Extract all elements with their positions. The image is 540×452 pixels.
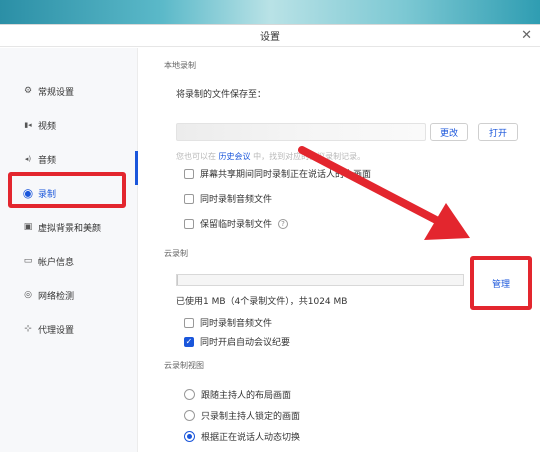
sidebar-item-label: 网络检测	[38, 291, 75, 302]
video-icon: ▮◂	[24, 121, 32, 129]
cloud-record-title: 云录制	[164, 249, 188, 258]
cloud-storage-bar	[176, 274, 464, 286]
sidebar-item-general[interactable]: ⚙ 常规设置	[0, 74, 137, 108]
sidebar-item-audio[interactable]: ◂) 音频	[0, 142, 137, 176]
change-button[interactable]: 更改	[430, 123, 468, 141]
gear-icon: ⚙	[23, 86, 33, 96]
option-keep-temp[interactable]: 保留临时录制文件 ?	[184, 217, 289, 230]
option-cloud-audio[interactable]: 同时录制音频文件	[184, 316, 272, 329]
option-label: 同时录制音频文件	[200, 195, 273, 205]
local-record-title: 本地录制	[164, 61, 196, 70]
history-meeting-link[interactable]: 历史会议	[219, 152, 251, 161]
close-icon[interactable]: ✕	[521, 28, 532, 43]
history-hint: 您也可以在 历史会议 中，找到对应的会议录制记录。	[176, 151, 365, 162]
cloud-view-title: 云录制视图	[164, 361, 204, 370]
checkbox-checked[interactable]: ✓	[184, 336, 194, 347]
highlight-box-record	[8, 172, 126, 208]
sidebar-item-label: 视频	[38, 121, 57, 132]
option-label: 保留临时录制文件	[200, 220, 273, 230]
checkbox[interactable]	[184, 317, 194, 328]
sidebar: ⚙ 常规设置 ▮◂ 视频 ◂) 音频 ◉ 录制 ▣ 虚拟背景和美颜 ▭ 帐户信息…	[0, 48, 138, 452]
window-title: 设置	[260, 32, 280, 43]
sidebar-item-label: 代理设置	[38, 325, 75, 336]
settings-window: 设置 ✕ ⚙ 常规设置 ▮◂ 视频 ◂) 音频 ◉ 录制 ▣ 虚拟背景和美颜 ▭…	[0, 24, 540, 452]
hint-suffix: 中，找到对应的会议录制记录。	[253, 152, 366, 161]
radio-button[interactable]	[184, 410, 195, 421]
option-auto-minutes[interactable]: ✓ 同时开启自动会议纪要	[184, 335, 290, 348]
radio-button[interactable]	[184, 389, 195, 400]
sidebar-item-account[interactable]: ▭ 帐户信息	[0, 244, 137, 278]
radio-follow-host-layout[interactable]: 跟随主持人的布局画面	[184, 388, 291, 401]
sidebar-item-label: 音频	[38, 155, 57, 166]
sidebar-item-label: 虚拟背景和美颜	[38, 223, 102, 234]
option-label: 同时录制音频文件	[200, 319, 273, 329]
title-bar: 设置 ✕	[0, 25, 540, 47]
proxy-icon: ⊹	[24, 324, 32, 334]
option-label: 屏幕共享期间同时录制正在说话人的小画面	[200, 170, 372, 180]
option-label: 同时开启自动会议纪要	[200, 338, 291, 348]
radio-active-speaker[interactable]: 根据正在说话人动态切换	[184, 430, 300, 443]
option-screen-share-speaker[interactable]: 屏幕共享期间同时录制正在说话人的小画面	[184, 167, 371, 180]
save-path-input[interactable]	[176, 123, 426, 141]
option-local-audio[interactable]: 同时录制音频文件	[184, 192, 272, 205]
sidebar-item-label: 常规设置	[38, 87, 75, 98]
option-label: 跟随主持人的布局画面	[201, 391, 292, 401]
hint-prefix: 您也可以在	[176, 152, 216, 161]
background-icon: ▣	[23, 222, 33, 232]
radio-host-locked-view[interactable]: 只录制主持人锁定的画面	[184, 409, 300, 422]
settings-content: 本地录制 将录制的文件保存至： 更改 打开 您也可以在 历史会议 中，找到对应的…	[138, 48, 540, 452]
sidebar-item-network[interactable]: ◎ 网络检测	[0, 278, 137, 312]
checkbox[interactable]	[184, 168, 194, 179]
cloud-usage-text: 已使用1 MB（4个录制文件），共1024 MB	[176, 297, 348, 307]
account-icon: ▭	[23, 256, 33, 266]
highlight-box-manage	[470, 256, 532, 310]
save-path-label: 将录制的文件保存至：	[176, 90, 267, 100]
open-button[interactable]: 打开	[478, 123, 518, 141]
checkbox[interactable]	[184, 218, 194, 229]
checkbox[interactable]	[184, 193, 194, 204]
option-label: 根据正在说话人动态切换	[201, 433, 301, 443]
audio-icon: ◂)	[24, 155, 32, 163]
help-icon[interactable]: ?	[278, 218, 289, 229]
network-icon: ◎	[24, 290, 32, 300]
option-label: 只录制主持人锁定的画面	[201, 412, 301, 422]
sidebar-item-background[interactable]: ▣ 虚拟背景和美颜	[0, 210, 137, 244]
radio-button-selected[interactable]	[184, 431, 195, 442]
sidebar-item-video[interactable]: ▮◂ 视频	[0, 108, 137, 142]
sidebar-item-label: 帐户信息	[38, 257, 75, 268]
sidebar-item-proxy[interactable]: ⊹ 代理设置	[0, 312, 137, 346]
